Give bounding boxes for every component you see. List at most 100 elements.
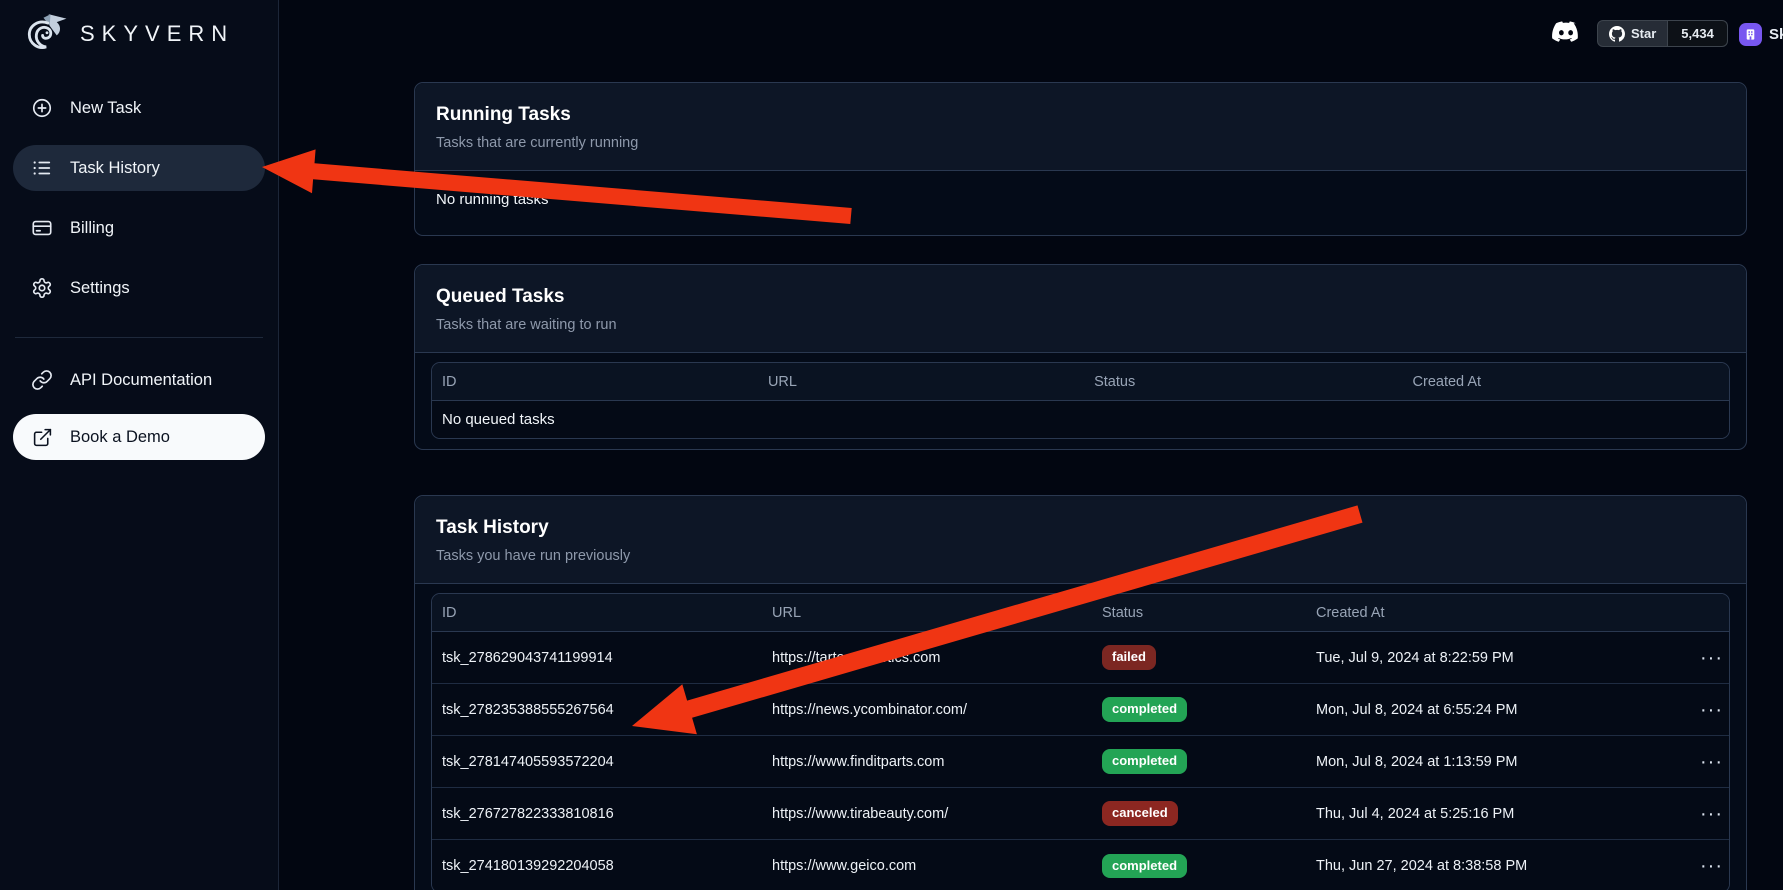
task-url-cell: https://www.tirabeauty.com/ bbox=[762, 788, 1092, 840]
task-actions-cell: ··· bbox=[1636, 736, 1729, 788]
history-table-body: tsk_278629043741199914https://tartecosme… bbox=[432, 632, 1729, 890]
card-subtitle: Tasks that are waiting to run bbox=[436, 317, 1725, 333]
task-status-cell: failed bbox=[1092, 632, 1306, 684]
sidebar-divider bbox=[15, 337, 263, 338]
sidebar-item-api-documentation[interactable]: API Documentation bbox=[13, 357, 265, 403]
book-a-demo-button[interactable]: Book a Demo bbox=[13, 414, 265, 460]
table-header-row: ID URL Status Created At bbox=[432, 363, 1729, 401]
row-actions-button[interactable]: ··· bbox=[1694, 750, 1729, 774]
table-row[interactable]: tsk_278147405593572204https://www.findit… bbox=[432, 736, 1729, 788]
list-icon bbox=[31, 157, 53, 179]
github-star-count[interactable]: 5,434 bbox=[1668, 20, 1728, 47]
sidebar: SKYVERN New Task Task History Billing Se… bbox=[0, 0, 279, 890]
logo-wordmark: SKYVERN bbox=[80, 21, 234, 47]
table-row[interactable]: tsk_278235388555267564https://news.ycomb… bbox=[432, 684, 1729, 736]
task-created-at-cell: Mon, Jul 8, 2024 at 6:55:24 PM bbox=[1306, 684, 1636, 736]
status-badge: completed bbox=[1102, 749, 1187, 773]
column-header-status: Status bbox=[1092, 594, 1306, 632]
empty-row: No queued tasks bbox=[432, 401, 1729, 438]
queued-tasks-card: Queued Tasks Tasks that are waiting to r… bbox=[414, 264, 1747, 450]
table-row[interactable]: tsk_274180139292204058https://www.geico.… bbox=[432, 840, 1729, 890]
column-header-url: URL bbox=[758, 363, 1084, 401]
sidebar-item-label: New Task bbox=[70, 99, 141, 118]
column-header-actions bbox=[1636, 594, 1729, 632]
row-actions-button[interactable]: ··· bbox=[1694, 802, 1729, 826]
running-tasks-header: Running Tasks Tasks that are currently r… bbox=[415, 83, 1746, 171]
github-star-widget: Star 5,434 bbox=[1597, 20, 1728, 47]
task-id-cell: tsk_278147405593572204 bbox=[432, 736, 762, 788]
task-status-cell: completed bbox=[1092, 736, 1306, 788]
user-avatar[interactable] bbox=[1739, 23, 1762, 46]
github-star-button[interactable]: Star bbox=[1597, 20, 1668, 47]
table-row[interactable]: tsk_276727822333810816https://www.tirabe… bbox=[432, 788, 1729, 840]
task-id-cell: tsk_278629043741199914 bbox=[432, 632, 762, 684]
task-history-header: Task History Tasks you have run previous… bbox=[415, 496, 1746, 584]
link-icon bbox=[31, 369, 53, 391]
task-id-cell: tsk_278235388555267564 bbox=[432, 684, 762, 736]
queued-tasks-header: Queued Tasks Tasks that are waiting to r… bbox=[415, 265, 1746, 353]
status-badge: completed bbox=[1102, 854, 1187, 878]
no-queued-tasks-text: No queued tasks bbox=[432, 401, 1729, 438]
plus-circle-icon bbox=[31, 97, 53, 119]
status-badge: canceled bbox=[1102, 801, 1178, 825]
task-history-card: Task History Tasks you have run previous… bbox=[414, 495, 1747, 890]
row-actions-button[interactable]: ··· bbox=[1694, 646, 1729, 670]
row-actions-button[interactable]: ··· bbox=[1694, 698, 1729, 722]
task-id-cell: tsk_274180139292204058 bbox=[432, 840, 762, 890]
row-actions-button[interactable]: ··· bbox=[1694, 854, 1729, 878]
user-name-label[interactable]: Sk bbox=[1769, 26, 1783, 43]
dragon-logo-icon bbox=[24, 10, 70, 57]
task-url-cell: https://www.finditparts.com bbox=[762, 736, 1092, 788]
status-badge: completed bbox=[1102, 697, 1187, 721]
organization-building-icon bbox=[1744, 28, 1757, 41]
task-created-at-cell: Thu, Jul 4, 2024 at 5:25:16 PM bbox=[1306, 788, 1636, 840]
task-url-cell: https://tartecosmetics.com bbox=[762, 632, 1092, 684]
task-actions-cell: ··· bbox=[1636, 788, 1729, 840]
task-created-at-cell: Tue, Jul 9, 2024 at 8:22:59 PM bbox=[1306, 632, 1636, 684]
task-status-cell: canceled bbox=[1092, 788, 1306, 840]
github-star-label: Star bbox=[1631, 26, 1656, 41]
task-url-cell: https://www.geico.com bbox=[762, 840, 1092, 890]
sidebar-item-label: API Documentation bbox=[70, 371, 212, 390]
sidebar-item-label: Task History bbox=[70, 159, 160, 178]
task-status-cell: completed bbox=[1092, 840, 1306, 890]
task-actions-cell: ··· bbox=[1636, 632, 1729, 684]
skyvern-app: { "colors": { "arrow": "#f03513", "avata… bbox=[0, 0, 1783, 890]
card-subtitle: Tasks that are currently running bbox=[436, 135, 1725, 151]
card-title: Running Tasks bbox=[436, 104, 1725, 126]
table-row[interactable]: tsk_278629043741199914https://tartecosme… bbox=[432, 632, 1729, 684]
task-actions-cell: ··· bbox=[1636, 684, 1729, 736]
credit-card-icon bbox=[31, 217, 53, 239]
column-header-status: Status bbox=[1084, 363, 1402, 401]
running-tasks-card: Running Tasks Tasks that are currently r… bbox=[414, 82, 1747, 236]
task-created-at-cell: Thu, Jun 27, 2024 at 8:38:58 PM bbox=[1306, 840, 1636, 890]
column-header-created-at: Created At bbox=[1306, 594, 1636, 632]
skyvern-logo[interactable]: SKYVERN bbox=[24, 10, 234, 57]
gear-icon bbox=[31, 277, 53, 299]
table-header-row: ID URL Status Created At bbox=[432, 594, 1729, 632]
sidebar-item-label: Billing bbox=[70, 219, 114, 238]
column-header-id: ID bbox=[432, 363, 758, 401]
sidebar-item-billing[interactable]: Billing bbox=[13, 205, 265, 251]
sidebar-item-settings[interactable]: Settings bbox=[13, 265, 265, 311]
task-status-cell: completed bbox=[1092, 684, 1306, 736]
sidebar-item-label: Settings bbox=[70, 279, 130, 298]
discord-icon[interactable] bbox=[1551, 21, 1581, 45]
card-subtitle: Tasks you have run previously bbox=[436, 548, 1725, 564]
column-header-created-at: Created At bbox=[1403, 363, 1729, 401]
sidebar-item-new-task[interactable]: New Task bbox=[13, 85, 265, 131]
task-actions-cell: ··· bbox=[1636, 840, 1729, 890]
sidebar-item-task-history[interactable]: Task History bbox=[13, 145, 265, 191]
external-link-icon bbox=[31, 426, 53, 448]
queued-tasks-table: ID URL Status Created At No queued tasks bbox=[431, 362, 1730, 439]
task-url-cell: https://news.ycombinator.com/ bbox=[762, 684, 1092, 736]
task-history-table: ID URL Status Created At tsk_27862904374… bbox=[431, 593, 1730, 890]
sidebar-nav: New Task Task History Billing Settings bbox=[0, 85, 278, 460]
github-icon bbox=[1609, 26, 1625, 42]
task-id-cell: tsk_276727822333810816 bbox=[432, 788, 762, 840]
card-title: Task History bbox=[436, 517, 1725, 539]
column-header-url: URL bbox=[762, 594, 1092, 632]
no-running-tasks-text: No running tasks bbox=[415, 171, 1746, 228]
card-title: Queued Tasks bbox=[436, 286, 1725, 308]
task-created-at-cell: Mon, Jul 8, 2024 at 1:13:59 PM bbox=[1306, 736, 1636, 788]
